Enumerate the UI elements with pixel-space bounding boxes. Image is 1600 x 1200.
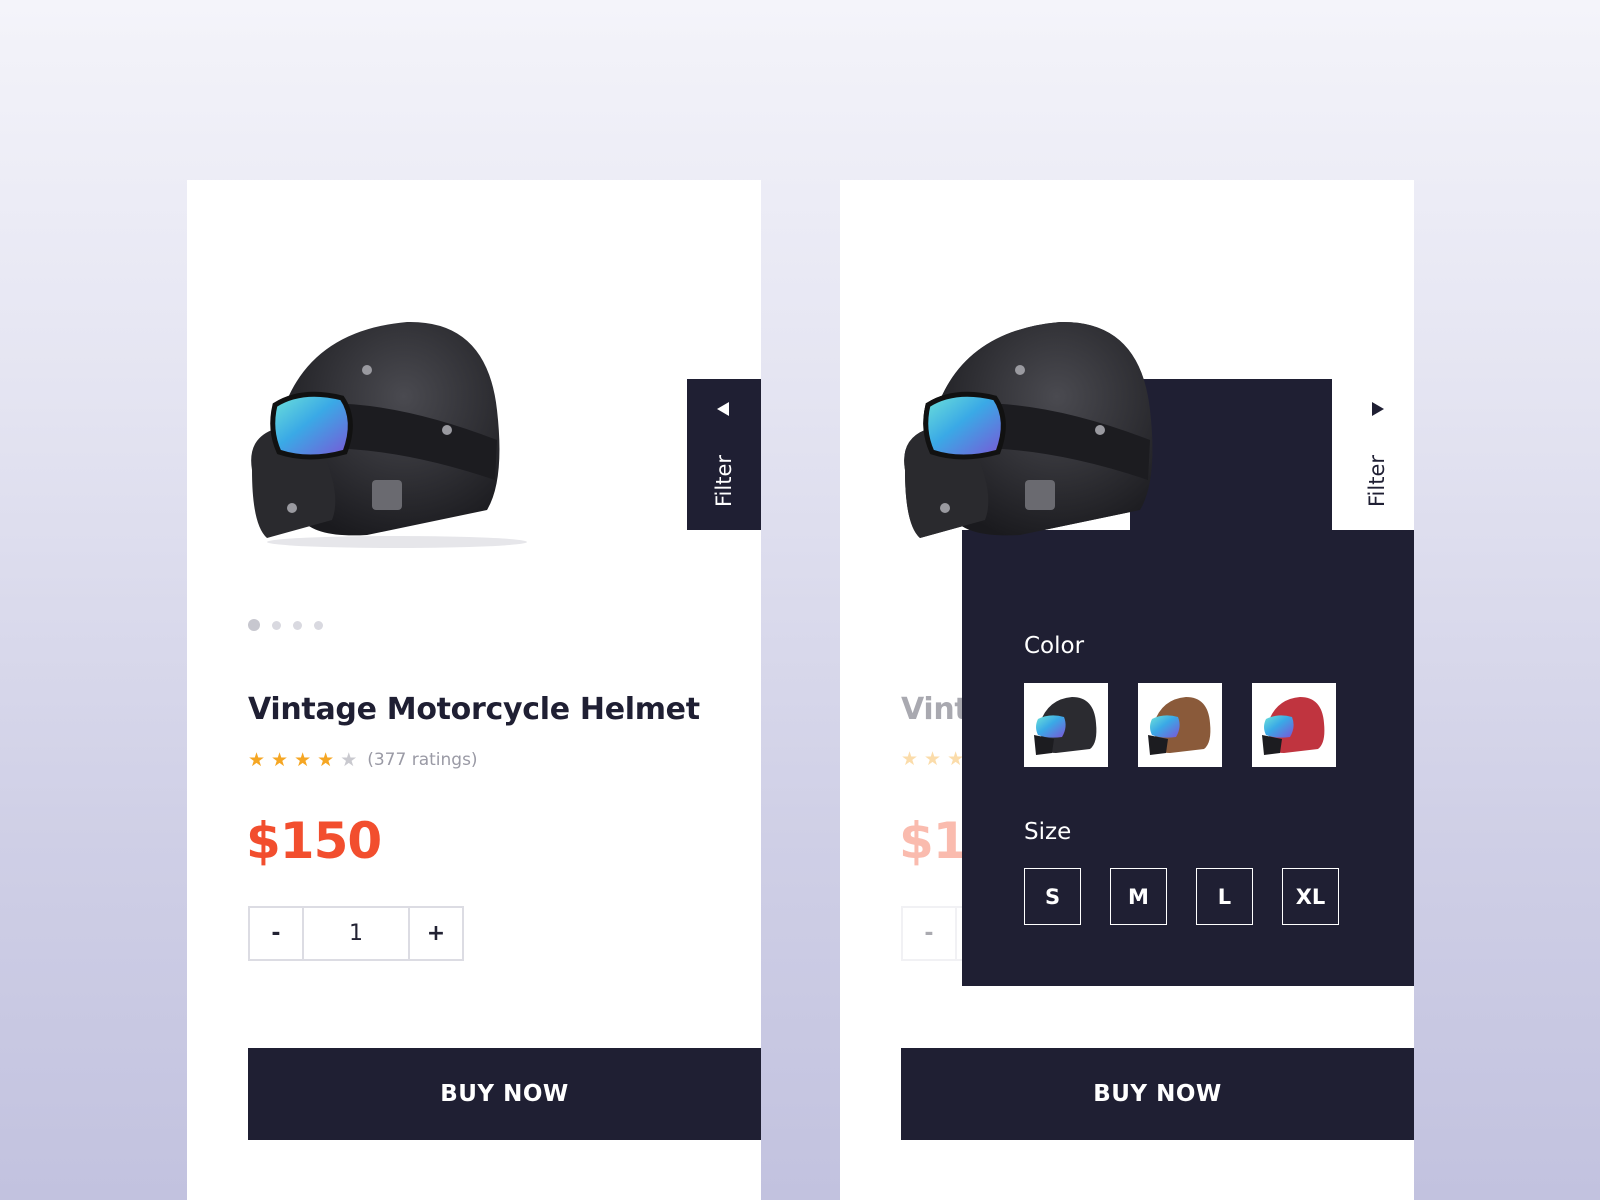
star-icon: ★ [248, 748, 266, 771]
buy-now-button[interactable]: BUY NOW [901, 1048, 1414, 1140]
product-price: $150 [246, 812, 382, 870]
quantity-stepper: - 1 + [248, 906, 464, 961]
triangle-left-icon [717, 402, 729, 416]
carousel-dot[interactable] [248, 619, 260, 631]
product-card-filter-open: Vintage Motorcycle Helmet ★ ★ ★ $150 - F… [840, 180, 1414, 1200]
decrease-quantity-button[interactable]: - [903, 908, 957, 959]
star-icon: ★ [317, 748, 335, 771]
increase-quantity-button[interactable]: + [408, 908, 462, 959]
helmet-black-icon [1034, 697, 1097, 755]
filter-tab[interactable]: Filter [1340, 379, 1414, 530]
star-icon: ★ [901, 748, 919, 770]
helmet-red-icon [1262, 697, 1325, 755]
color-swatch-black[interactable] [1024, 683, 1108, 767]
filter-label: Filter [1365, 454, 1389, 508]
star-icon: ★ [924, 748, 942, 770]
decrease-quantity-button[interactable]: - [250, 908, 304, 959]
carousel-dots [248, 619, 323, 631]
product-image [247, 320, 537, 550]
rating: ★ ★ ★ [901, 750, 964, 769]
color-swatch-red[interactable] [1252, 683, 1336, 767]
carousel-dot[interactable] [314, 620, 323, 630]
quantity-value[interactable]: 1 [304, 908, 408, 959]
product-image-overlay [900, 320, 1190, 550]
star-icon: ★ [271, 748, 289, 771]
buy-now-button[interactable]: BUY NOW [248, 1048, 761, 1140]
rating-count: (377 ratings) [367, 750, 478, 770]
product-title: Vintage Motorcycle Helmet [248, 692, 700, 727]
triangle-right-icon [1372, 402, 1384, 416]
filter-tab[interactable]: Filter [687, 379, 761, 530]
size-heading: Size [1024, 819, 1072, 845]
product-card: Vintage Motorcycle Helmet ★ ★ ★ ★ ★ (377… [187, 180, 761, 1200]
size-option-xl[interactable]: XL [1282, 868, 1339, 925]
carousel-dot[interactable] [272, 620, 281, 630]
star-icon: ★ [340, 748, 358, 771]
size-option-m[interactable]: M [1110, 868, 1167, 925]
size-option-l[interactable]: L [1196, 868, 1253, 925]
rating: ★ ★ ★ ★ ★ (377 ratings) [248, 750, 478, 770]
star-icon: ★ [294, 748, 312, 771]
helmet-brown-icon [1148, 697, 1211, 755]
color-swatch-brown[interactable] [1138, 683, 1222, 767]
carousel-dot[interactable] [293, 620, 302, 630]
size-option-s[interactable]: S [1024, 868, 1081, 925]
color-heading: Color [1024, 633, 1085, 659]
filter-label: Filter [712, 454, 736, 508]
